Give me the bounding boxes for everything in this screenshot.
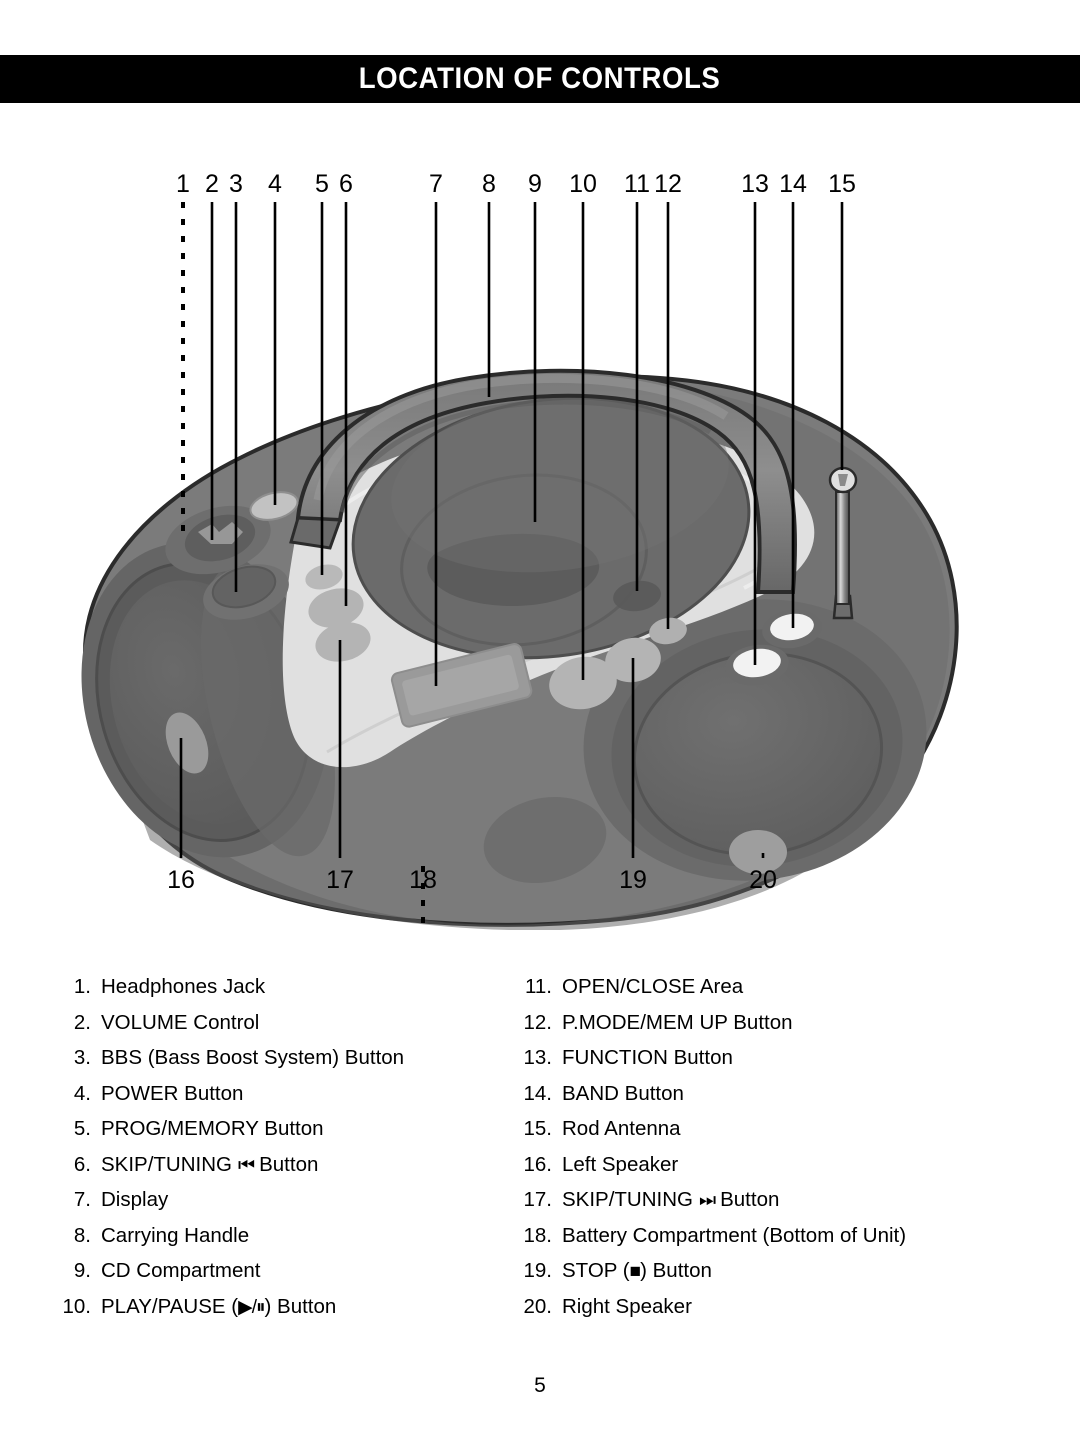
callout-number-20: 20 [749, 866, 777, 894]
callout-number-4: 4 [268, 170, 282, 198]
legend-item: 15. Rod Antenna [510, 1117, 1060, 1153]
legend-item: 12. P.MODE/MEM UP Button [510, 1011, 1060, 1047]
callout-number-17: 17 [326, 866, 354, 894]
legend-item-label: Carrying Handle [101, 1223, 250, 1247]
legend-item-label: BAND Button [562, 1081, 684, 1105]
legend-item-label: Display [101, 1188, 169, 1211]
legend-item: 8. Carrying Handle [55, 1224, 500, 1260]
legend-item-label: Rod Antenna [562, 1117, 681, 1140]
legend-item-number: 4. [73, 1081, 91, 1105]
legend-item-number: 12. [523, 1010, 553, 1034]
legend-item-label: Left Speaker [562, 1152, 679, 1176]
legend-item-number: 10. [62, 1294, 92, 1318]
page-header-bar: LOCATION OF CONTROLS [0, 55, 1080, 103]
legend-item-number: 13. [523, 1046, 553, 1069]
legend-item-label: VOLUME Control [101, 1010, 260, 1034]
legend-item-label: FUNCTION Button [562, 1046, 733, 1069]
legend-item-number: 7. [73, 1188, 91, 1211]
legend-item: 1. Headphones Jack [55, 975, 500, 1011]
legend-item-label: P.MODE/MEM UP Button [562, 1010, 793, 1034]
legend-item-label: CD Compartment [101, 1259, 261, 1282]
legend-item-label: SKIP/TUNING [562, 1188, 693, 1211]
legend-item-number: 5. [73, 1117, 91, 1140]
legend-item-label-suffix: ) Button [640, 1259, 712, 1282]
legend-item-label-suffix: Button [259, 1152, 319, 1176]
legend-item: 2. VOLUME Control [55, 1011, 500, 1047]
legend-item-number: 3. [73, 1046, 91, 1069]
callout-number-8: 8 [482, 170, 496, 198]
antenna-shaft[interactable] [835, 491, 850, 605]
legend-item-label: POWER Button [101, 1081, 244, 1105]
legend-item-label-suffix: ) Button [264, 1294, 337, 1318]
callout-number-18: 18 [409, 866, 437, 894]
legend-item-symbol-icon: ⏭ [699, 1190, 716, 1211]
legend-item: 9. CD Compartment [55, 1259, 500, 1295]
callout-number-7: 7 [429, 170, 443, 198]
legend-item-label: STOP ( [562, 1259, 630, 1282]
boombox-illustration-svg: 1 2 3 4 5 6 7 8 9 10 11 12 13 14 15 16 17 18 19 20 [81, 170, 959, 930]
legend-item-number: 14. [523, 1081, 553, 1105]
callout-number-11: 11 [624, 170, 650, 198]
legend-item-label: Battery Compartment (Bottom of Unit) [562, 1223, 907, 1247]
legend-item-number: 2. [73, 1010, 91, 1034]
callout-number-3: 3 [229, 170, 243, 198]
page-title: LOCATION OF CONTROLS [359, 62, 721, 95]
callout-number-6: 6 [339, 170, 353, 198]
legend-item-label: Right Speaker [562, 1294, 692, 1318]
legend-item-label: Headphones Jack [101, 975, 266, 998]
legend-item: 18. Battery Compartment (Bottom of Unit) [510, 1224, 1060, 1260]
legend-item-label-suffix: Button [720, 1188, 780, 1211]
legend-item: 14. BAND Button [510, 1082, 1060, 1118]
legend-item: 7. Display [55, 1188, 500, 1224]
legend-item-label: SKIP/TUNING [101, 1152, 232, 1176]
legend-item: 17. SKIP/TUNING ⏭ Button [510, 1188, 1060, 1224]
callout-number-14: 14 [779, 170, 807, 198]
callout-number-5: 5 [315, 170, 329, 198]
legend-item-number: 17. [523, 1188, 553, 1211]
legend-item-number: 18. [523, 1223, 553, 1247]
callout-number-9: 9 [528, 170, 542, 198]
callout-numbers-top: 1 2 3 4 5 6 7 8 9 10 11 12 13 14 15 [176, 170, 856, 198]
legend-item-number: 1. [73, 975, 91, 998]
legend-item-number: 19. [523, 1259, 553, 1282]
legend-item: 11. OPEN/CLOSE Area [510, 975, 1060, 1011]
legend-item-label: OPEN/CLOSE Area [562, 975, 744, 998]
legend-item-label: BBS (Bass Boost System) Button [101, 1046, 405, 1069]
legend-item-label: PLAY/PAUSE ( [101, 1294, 239, 1318]
legend-item: 5. PROG/MEMORY Button [55, 1117, 500, 1153]
legend-item: 20. Right Speaker [510, 1295, 1060, 1331]
legend-item-number: 16. [523, 1152, 553, 1176]
page-number: 5 [534, 1374, 546, 1397]
legend-item: 3. BBS (Bass Boost System) Button [55, 1046, 500, 1082]
legend-item: 10. PLAY/PAUSE (▶/⏸) Button [55, 1295, 500, 1331]
handle-left-foot [289, 516, 343, 550]
legend-item: 19. STOP (■) Button [510, 1259, 1060, 1295]
legend-item: 16. Left Speaker [510, 1153, 1060, 1189]
legend-column-right: 11. OPEN/CLOSE Area 12. P.MODE/MEM UP Butto… [500, 975, 1060, 1355]
callout-number-1: 1 [176, 170, 190, 198]
legend-item: 6. SKIP/TUNING ⏮ Button [55, 1153, 500, 1189]
legend-item-number: 9. [73, 1259, 91, 1282]
callout-number-16: 16 [167, 866, 195, 894]
legend-item-number: 8. [73, 1223, 91, 1247]
legend-item-symbol-icon: ■ [629, 1261, 642, 1282]
legend-item: 4. POWER Button [55, 1082, 500, 1118]
callout-number-13: 13 [741, 170, 769, 198]
controls-legend: 1. Headphones Jack 2. VOLUME Control 3. BBS (… [0, 975, 1080, 1355]
legend-item-number: 11. [525, 975, 552, 998]
callout-number-10: 10 [569, 170, 597, 198]
legend-item-symbol-icon: ⏮ [238, 1154, 255, 1176]
legend-item-number: 20. [523, 1294, 553, 1318]
legend-item-number: 6. [73, 1152, 91, 1176]
callout-number-12: 12 [654, 170, 682, 198]
legend-item-symbol-icon: ▶/⏸ [238, 1296, 265, 1318]
callout-number-2: 2 [205, 170, 219, 198]
callout-number-19: 19 [619, 866, 647, 894]
callout-number-15: 15 [828, 170, 856, 198]
legend-item: 13. FUNCTION Button [510, 1046, 1060, 1082]
legend-column-left: 1. Headphones Jack 2. VOLUME Control 3. BBS (… [0, 975, 500, 1355]
legend-item-label: PROG/MEMORY Button [101, 1117, 324, 1140]
location-of-controls-diagram: 1 2 3 4 5 6 7 8 9 10 11 12 13 14 15 16 17 18 19 20 [0, 140, 1080, 930]
legend-item-number: 15. [523, 1117, 553, 1140]
